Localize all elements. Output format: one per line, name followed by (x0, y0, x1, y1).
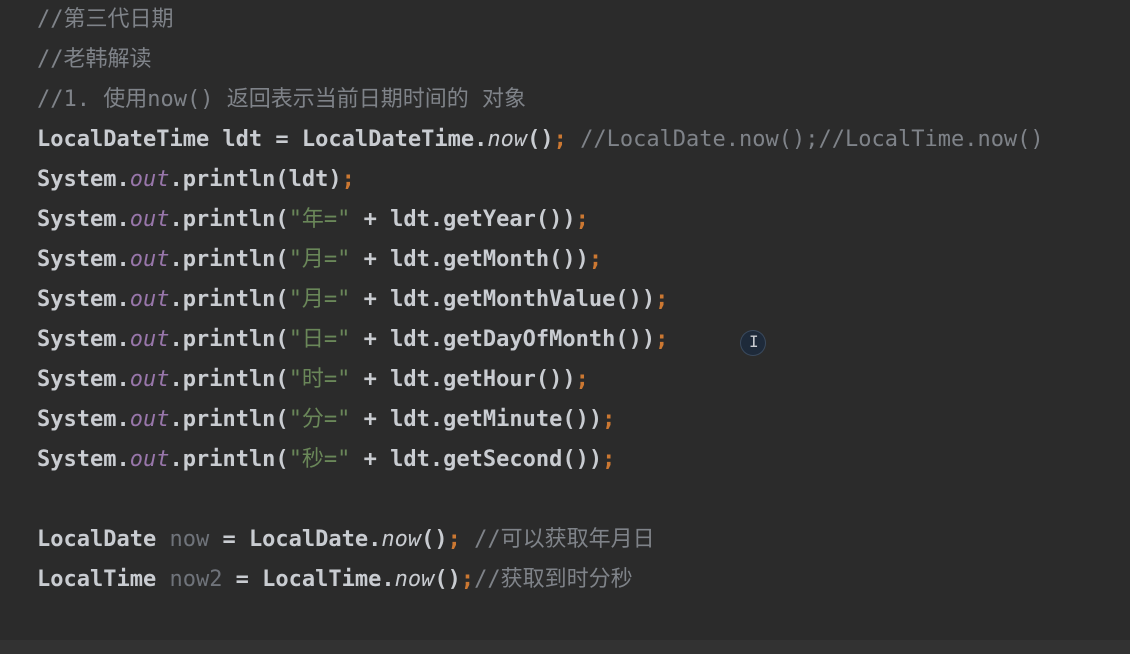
code-token: now (169, 527, 210, 552)
code-token: + ldt.getMinute()) (350, 407, 603, 432)
code-token: + ldt.getYear()) (350, 207, 576, 232)
code-token: .println( (169, 367, 289, 392)
code-line[interactable]: System.out.println("月=" + ldt.getMonthVa… (37, 280, 668, 320)
code-line[interactable]: System.out.println(ldt); (37, 160, 355, 200)
code-token: "月=" (288, 247, 351, 272)
code-token: System. (37, 447, 130, 472)
code-token: "月=" (288, 287, 351, 312)
code-token: () (421, 527, 448, 552)
code-line[interactable]: //老韩解读 (37, 40, 152, 80)
code-token: //1. 使用now() 返回表示当前日期时间的 对象 (37, 87, 526, 112)
code-line[interactable]: System.out.println("日=" + ldt.getDayOfMo… (37, 320, 668, 360)
code-line[interactable]: System.out.println("年=" + ldt.getYear())… (37, 200, 589, 240)
code-token: = LocalTime. (222, 567, 395, 592)
code-token: + ldt.getDayOfMonth()) (350, 327, 656, 352)
code-token: out (129, 247, 170, 272)
code-token: System. (37, 247, 130, 272)
code-token: now2 (169, 567, 223, 592)
code-line[interactable]: System.out.println("时=" + ldt.getHour())… (37, 360, 589, 400)
code-token: ; (447, 527, 461, 552)
code-token: ; (588, 247, 603, 272)
code-token: .println(ldt) (169, 167, 342, 192)
code-token: .println( (169, 287, 289, 312)
code-token: System. (37, 327, 130, 352)
code-token: System. (37, 287, 130, 312)
code-token: now (381, 527, 422, 552)
code-token: ; (575, 367, 589, 392)
code-token: System. (37, 367, 130, 392)
code-token: .println( (169, 327, 289, 352)
code-line[interactable]: LocalTime now2 = LocalTime.now();//获取到时分… (37, 560, 633, 600)
code-token: ; (602, 407, 616, 432)
code-line[interactable]: //1. 使用now() 返回表示当前日期时间的 对象 (37, 80, 526, 120)
code-token: + ldt.getMonth()) (350, 247, 589, 272)
code-token: LocalTime (37, 567, 170, 592)
code-token: .println( (169, 447, 289, 472)
code-token: ; (460, 567, 475, 592)
code-token: + ldt.getSecond()) (350, 447, 603, 472)
code-line[interactable]: System.out.println("分=" + ldt.getMinute(… (37, 400, 615, 440)
code-token: out (129, 287, 170, 312)
code-line[interactable]: //第三代日期 (37, 0, 174, 40)
code-token: //可以获取年月日 (460, 527, 655, 552)
code-token: //老韩解读 (37, 47, 152, 72)
code-token: .println( (169, 207, 289, 232)
code-token: .println( (169, 247, 289, 272)
code-line[interactable]: System.out.println("秒=" + ldt.getSecond(… (37, 440, 615, 480)
code-token: //获取到时分秒 (474, 567, 633, 592)
code-line[interactable]: System.out.println("月=" + ldt.getMonth()… (37, 240, 602, 280)
code-token: out (129, 327, 170, 352)
code-token: + ldt.getMonthValue()) (350, 287, 656, 312)
code-token: //第三代日期 (37, 7, 174, 32)
code-token: out (129, 207, 170, 232)
code-token: "日=" (288, 327, 351, 352)
code-token: = LocalDate. (209, 527, 382, 552)
code-token: ; (553, 127, 567, 152)
code-token: ; (655, 327, 669, 352)
code-token: out (129, 367, 170, 392)
code-token: ; (575, 207, 589, 232)
code-token: now (394, 567, 435, 592)
code-token: ; (341, 167, 355, 192)
code-token: System. (37, 407, 130, 432)
code-token: //LocalDate.now();//LocalTime.now() (566, 127, 1044, 152)
code-token: out (129, 407, 170, 432)
code-token: LocalDateTime ldt = LocalDateTime. (37, 127, 488, 152)
code-token: () (527, 127, 554, 152)
code-token: "时=" (288, 367, 351, 392)
code-token: System. (37, 167, 130, 192)
editor-bottom-strip (0, 640, 1130, 654)
code-token: System. (37, 207, 130, 232)
code-token: + ldt.getHour()) (350, 367, 576, 392)
code-token: now (487, 127, 528, 152)
code-token: ; (655, 287, 669, 312)
code-token: out (129, 447, 170, 472)
code-token: .println( (169, 407, 289, 432)
code-token: "年=" (288, 207, 351, 232)
text-cursor-icon (741, 331, 765, 355)
code-token: LocalDate (37, 527, 170, 552)
code-token: () (434, 567, 461, 592)
code-token: ; (602, 447, 616, 472)
code-token: "分=" (288, 407, 351, 432)
code-token: "秒=" (288, 447, 351, 472)
code-line[interactable]: LocalDateTime ldt = LocalDateTime.now();… (37, 120, 1044, 160)
code-line[interactable]: LocalDate now = LocalDate.now(); //可以获取年… (37, 520, 655, 560)
code-editor[interactable]: //第三代日期 //老韩解读 //1. 使用now() 返回表示当前日期时间的 对象… (0, 0, 1130, 640)
code-token: out (129, 167, 170, 192)
